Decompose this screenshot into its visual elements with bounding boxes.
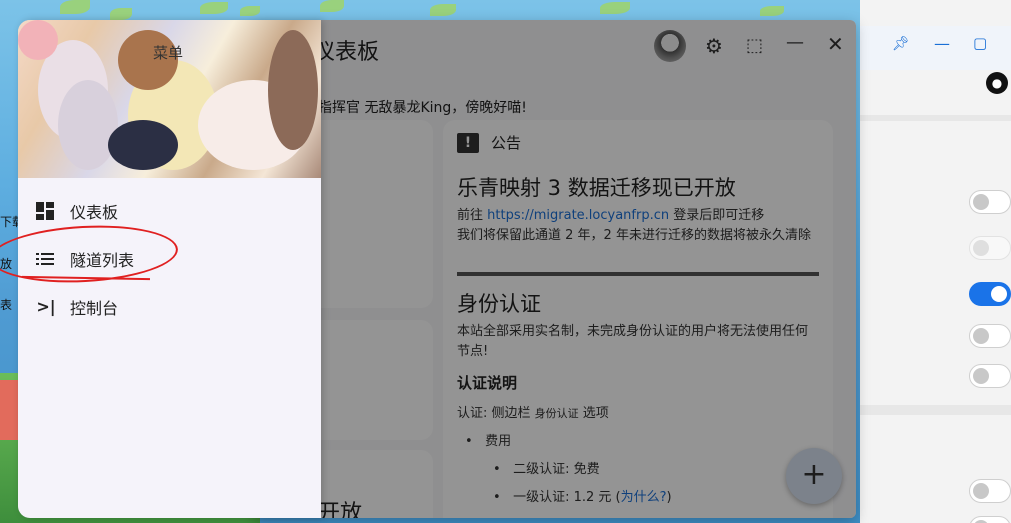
nav-item-console[interactable]: >| 控制台	[18, 285, 321, 329]
wallpaper-leaf	[240, 6, 260, 16]
nav-item-dashboard[interactable]: 仪表板	[18, 189, 321, 233]
wallpaper-leaf	[600, 2, 630, 14]
art-shape	[18, 20, 58, 60]
maximize-icon[interactable]: ▢	[973, 34, 987, 52]
nav-label: 控制台	[70, 299, 119, 318]
divider	[860, 115, 1011, 121]
wallpaper-leaf	[110, 8, 132, 20]
edge-text: 表	[0, 298, 13, 312]
terminal-icon: >|	[36, 297, 56, 316]
drawer-title: 菜单	[153, 44, 184, 62]
minimize-icon[interactable]: —	[934, 34, 950, 53]
github-icon[interactable]: ●	[986, 72, 1008, 94]
toggle-switch[interactable]	[969, 324, 1011, 348]
art-shape	[58, 80, 118, 170]
wallpaper-leaf	[200, 2, 228, 14]
toggle-switch[interactable]	[969, 282, 1011, 306]
toggle-switch[interactable]	[969, 190, 1011, 214]
pin-icon[interactable]: 📌︎	[892, 36, 910, 52]
background-window: 📌︎ — ▢ ●	[860, 0, 1011, 523]
wallpaper-leaf	[430, 4, 456, 16]
wallpaper-leaf	[320, 0, 344, 12]
toggle-switch[interactable]	[969, 479, 1011, 503]
wallpaper-leaf	[60, 0, 90, 14]
toggle-switch[interactable]	[969, 364, 1011, 388]
divider	[860, 405, 1011, 415]
wallpaper-leaf	[760, 6, 784, 16]
art-shape	[268, 30, 318, 150]
modal-scrim[interactable]	[253, 20, 856, 518]
art-shape	[108, 120, 178, 170]
toggle-switch[interactable]	[969, 236, 1011, 260]
toggle-switch[interactable]	[969, 516, 1011, 523]
dashboard-icon	[36, 202, 54, 220]
nav-label: 仪表板	[70, 203, 119, 222]
